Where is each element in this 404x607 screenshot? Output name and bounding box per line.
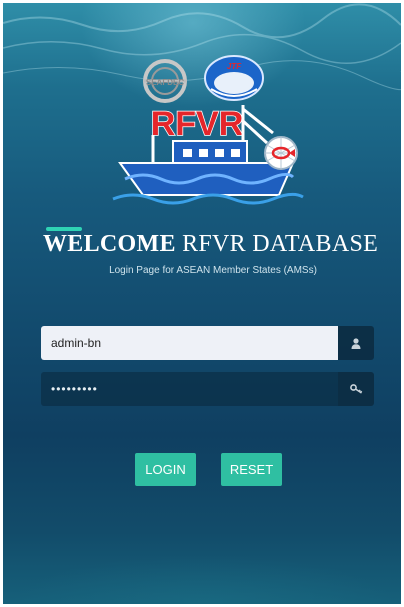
seafdec-text: SEAFDEC bbox=[146, 78, 184, 87]
login-button[interactable]: LOGIN bbox=[135, 453, 196, 486]
jtf-text: JTF bbox=[227, 62, 242, 71]
password-field-group bbox=[41, 372, 374, 406]
title-welcome: WELCOME bbox=[43, 231, 176, 257]
seafdec-emblem: SEAFDEC bbox=[143, 59, 187, 103]
page-subtitle: Login Page for ASEAN Member States (AMSs… bbox=[109, 265, 317, 276]
page-title: WELCOME RFVR DATABASE bbox=[43, 231, 383, 258]
username-input[interactable] bbox=[41, 326, 338, 360]
rfvr-brand-text: RFVR bbox=[151, 105, 244, 143]
title-rest: RFVR DATABASE bbox=[175, 231, 379, 257]
rfvr-logo: SEAFDEC JTF RFVR bbox=[112, 55, 304, 205]
reset-button[interactable]: RESET bbox=[221, 453, 282, 486]
username-field-group bbox=[41, 326, 374, 360]
user-icon bbox=[338, 326, 374, 360]
key-icon bbox=[338, 372, 374, 406]
jtf-emblem: JTF bbox=[204, 55, 264, 101]
login-screen: SEAFDEC JTF RFVR WELCOME RFVR DATABASE L… bbox=[3, 3, 401, 604]
password-input[interactable] bbox=[41, 372, 338, 406]
